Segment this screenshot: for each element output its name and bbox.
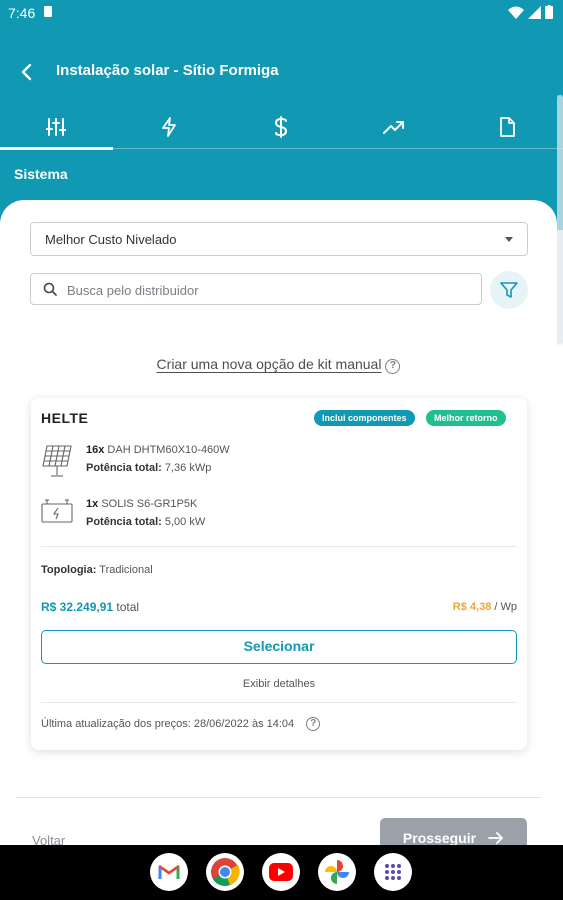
inverter-power-line: Potência total: 5,00 kW [86, 516, 205, 528]
filter-button[interactable] [490, 271, 528, 309]
manual-kit-row: Criar uma nova opção de kit manual? [0, 356, 557, 374]
document-icon [499, 117, 515, 137]
panel-power-value: 7,36 kWp [164, 462, 212, 474]
select-kit-button[interactable]: Selecionar [41, 630, 517, 664]
solar-panel-icon [42, 445, 72, 477]
show-details-link: Exibir detalhes [31, 678, 527, 690]
tab-energy[interactable] [113, 104, 226, 150]
inverter-model-line: 1x SOLIS S6-GR1P5K [86, 498, 197, 510]
inverter-power-label: Potência total: [86, 516, 162, 528]
tab-analysis[interactable] [338, 104, 451, 150]
price-update-text: Última atualização dos preços: 28/06/202… [41, 718, 295, 730]
next-button-label: Prosseguir [402, 830, 477, 845]
status-icons [508, 5, 553, 19]
tab-bar [0, 104, 563, 150]
show-details-label[interactable]: Exibir detalhes [243, 678, 315, 690]
panel-model: DAH DHTM60X10-460W [107, 444, 230, 456]
dock-apps [150, 853, 412, 891]
total-price: R$ 32.249,91 [41, 600, 114, 614]
battery-icon [545, 5, 553, 19]
apps-grid-icon [385, 864, 401, 880]
best-return-badge: Melhor retorno [426, 410, 506, 426]
topology-value: Tradicional [99, 564, 153, 576]
sort-select[interactable]: Melhor Custo Nivelado [30, 222, 528, 256]
panel-model-line: 16x DAH DHTM60X10-460W [86, 444, 230, 456]
total-price-row: R$ 32.249,91 total [41, 600, 139, 614]
app-bar: Instalação solar - Sítio Formiga [0, 50, 563, 94]
dropdown-caret-icon [505, 237, 513, 242]
card-divider [41, 702, 517, 703]
help-icon[interactable]: ? [385, 359, 401, 374]
chrome-app-icon[interactable] [206, 853, 244, 891]
back-button[interactable] [12, 58, 40, 86]
kit-card: HELTE Inclui componentes Melhor retorno … [31, 398, 527, 750]
panel-power-line: Potência total: 7,36 kWp [86, 462, 211, 474]
panel-power-label: Potência total: [86, 462, 162, 474]
signal-icon [528, 5, 541, 19]
price-per-wp-suffix: / Wp [494, 601, 517, 613]
chrome-icon [211, 858, 240, 886]
page-title: Instalação solar - Sítio Formiga [56, 62, 279, 79]
search-input[interactable] [67, 280, 467, 300]
content-panel: Melhor Custo Nivelado Criar uma nova opç… [0, 200, 557, 845]
create-manual-kit-link[interactable]: Criar uma nova opção de kit manual [157, 356, 382, 372]
gmail-app-icon[interactable] [150, 853, 188, 891]
tab-financial[interactable] [225, 104, 338, 150]
status-bar: 7:46 [0, 0, 563, 26]
youtube-app-icon[interactable] [262, 853, 300, 891]
card-divider [41, 546, 517, 547]
footer-divider [16, 797, 541, 798]
search-field[interactable] [30, 273, 482, 305]
tab-system[interactable] [0, 104, 113, 150]
sliders-icon [46, 118, 67, 136]
gmail-icon [158, 864, 180, 879]
trending-up-icon [383, 121, 405, 134]
scrollbar-thumb[interactable] [557, 95, 563, 345]
inverter-qty: 1x [86, 498, 99, 510]
youtube-icon [269, 863, 293, 881]
chevron-left-icon [21, 63, 32, 81]
sort-select-value: Melhor Custo Nivelado [45, 232, 177, 247]
help-icon[interactable]: ? [306, 717, 321, 731]
inverter-power-value: 5,00 kW [164, 516, 206, 528]
topology-row: Topologia: Tradicional [41, 564, 153, 576]
price-per-wp-row: R$ 4,38 / Wp [453, 601, 517, 613]
panel-qty: 16x [86, 444, 105, 456]
filter-icon [500, 282, 518, 298]
photos-icon [325, 860, 349, 884]
dollar-icon [275, 116, 288, 138]
total-price-suffix: total [116, 600, 140, 614]
app-drawer-icon[interactable] [374, 853, 412, 891]
sd-card-icon [44, 6, 52, 17]
kit-brand: HELTE [41, 410, 89, 426]
next-button[interactable]: Prosseguir [380, 818, 527, 845]
status-time: 7:46 [8, 5, 36, 21]
photos-app-icon[interactable] [318, 853, 356, 891]
inverter-icon [41, 499, 73, 523]
topology-label: Topologia: [41, 564, 97, 576]
search-icon [43, 282, 57, 296]
wifi-icon [508, 6, 524, 19]
components-badge: Inclui componentes [314, 410, 415, 426]
back-link[interactable]: Voltar [32, 833, 65, 845]
arrow-right-icon [488, 832, 503, 844]
tab-document[interactable] [450, 104, 563, 150]
section-title: Sistema [14, 166, 68, 182]
price-update-row: Última atualização dos preços: 28/06/202… [41, 717, 321, 731]
inverter-model: SOLIS S6-GR1P5K [101, 498, 198, 510]
app-dock [0, 845, 563, 900]
price-per-wp: R$ 4,38 [452, 601, 492, 613]
lightning-icon [161, 117, 176, 137]
tabs-divider [0, 148, 563, 149]
